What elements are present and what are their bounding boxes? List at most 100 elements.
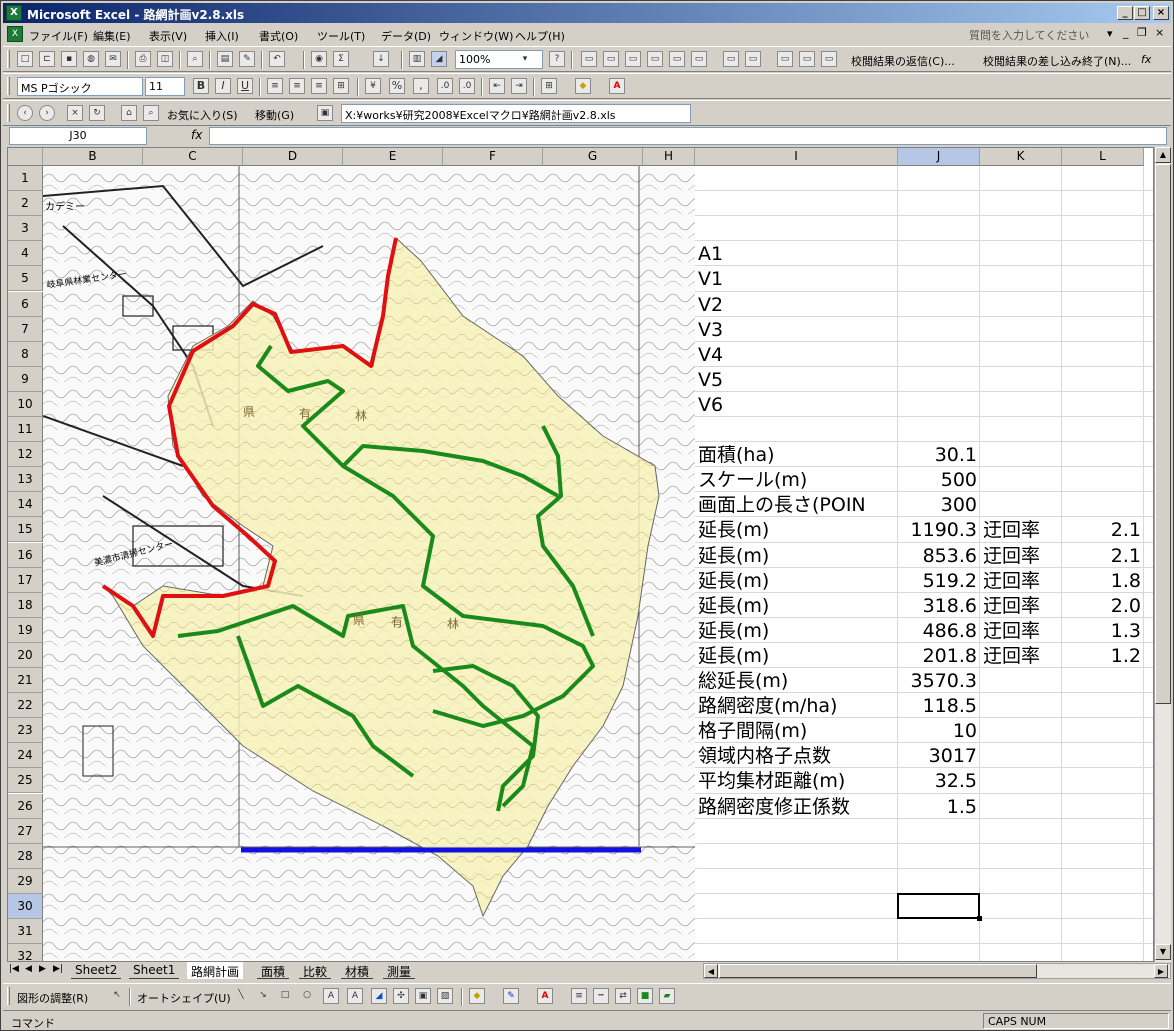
- row-header-5[interactable]: 5: [8, 266, 43, 292]
- cell-j15[interactable]: 1190.3: [901, 518, 977, 542]
- font-name-select[interactable]: MS Pゴシック: [17, 77, 143, 96]
- sheet-tab-3[interactable]: 面積: [257, 962, 290, 979]
- scroll-up-button[interactable]: ▲: [1155, 147, 1171, 163]
- row-header-12[interactable]: 12: [8, 442, 43, 468]
- cell-k17[interactable]: 迂回率: [983, 569, 1059, 593]
- column-header-e[interactable]: E: [343, 148, 443, 166]
- review-icon-6[interactable]: ▭: [691, 51, 707, 67]
- diagram-icon[interactable]: ✣: [393, 988, 409, 1004]
- cell-j20[interactable]: 201.8: [901, 644, 977, 668]
- open-folder-icon[interactable]: ⊏: [39, 51, 55, 67]
- row-header-16[interactable]: 16: [8, 542, 43, 568]
- review-icon-10[interactable]: ▭: [799, 51, 815, 67]
- sheet-tab-0[interactable]: Sheet2: [71, 962, 122, 979]
- cell-i26[interactable]: 路網密度修正係数: [698, 795, 897, 819]
- close-button[interactable]: ×: [1153, 6, 1169, 20]
- row-header-26[interactable]: 26: [8, 793, 43, 819]
- formula-input[interactable]: [209, 127, 1167, 145]
- textbox-icon[interactable]: A: [323, 988, 339, 1004]
- cell-l16[interactable]: 2.1: [1065, 544, 1141, 568]
- increase-decimal-icon[interactable]: .0: [437, 78, 453, 94]
- cell-i14[interactable]: 画面上の長さ(POIN: [698, 493, 897, 517]
- align-right-icon[interactable]: ≡: [311, 78, 327, 94]
- chevron-down-icon[interactable]: ▾: [1107, 27, 1113, 40]
- favorites-menu[interactable]: お気に入り(S): [167, 107, 238, 123]
- cell-j16[interactable]: 853.6: [901, 544, 977, 568]
- cell-j26[interactable]: 1.5: [901, 795, 977, 819]
- route-plan-map[interactable]: カデミー 岐阜県林業センター 県 有 林 県 有 林 美濃市清掃センター: [43, 166, 695, 961]
- row-header-31[interactable]: 31: [8, 919, 43, 945]
- review-icon-3[interactable]: ▭: [625, 51, 641, 67]
- scroll-thumb[interactable]: [1155, 164, 1171, 704]
- row-header-9[interactable]: 9: [8, 366, 43, 392]
- underline-button[interactable]: U: [237, 78, 253, 94]
- select-pointer-icon[interactable]: ↖: [109, 988, 125, 1004]
- column-header-h[interactable]: H: [643, 148, 695, 166]
- row-header-19[interactable]: 19: [8, 617, 43, 643]
- bold-button[interactable]: B: [193, 78, 209, 94]
- review-reply-button[interactable]: 校閲結果の返信(C)...: [851, 53, 955, 69]
- column-header-k[interactable]: K: [980, 148, 1062, 166]
- cell-i19[interactable]: 延長(m): [698, 619, 897, 643]
- column-header-f[interactable]: F: [443, 148, 543, 166]
- row-header-13[interactable]: 13: [8, 467, 43, 493]
- row-header-11[interactable]: 11: [8, 417, 43, 443]
- drawing-toggle-icon[interactable]: ◢: [431, 51, 447, 67]
- print-preview-icon[interactable]: ◫: [157, 51, 173, 67]
- toolbar-grip[interactable]: [7, 50, 10, 68]
- cell-i10[interactable]: V6: [698, 393, 897, 417]
- autosum-icon[interactable]: Σ: [333, 51, 349, 67]
- cell-i8[interactable]: V4: [698, 343, 897, 367]
- minimize-button[interactable]: _: [1117, 6, 1133, 20]
- cell-i13[interactable]: スケール(m): [698, 468, 897, 492]
- cell-j24[interactable]: 3017: [901, 744, 977, 768]
- email-icon[interactable]: ✉: [105, 51, 121, 67]
- print-icon[interactable]: ⎙: [135, 51, 151, 67]
- vertical-scrollbar[interactable]: ▲ ▼: [1154, 147, 1171, 962]
- chevron-down-icon[interactable]: ▾: [517, 52, 533, 68]
- address-combo[interactable]: X:¥works¥研究2008¥Excelマクロ¥路網計画v2.8.xls: [341, 104, 691, 123]
- italic-button[interactable]: I: [215, 78, 231, 94]
- draw-adjust-menu[interactable]: 図形の調整(R): [17, 990, 88, 1006]
- cell-i6[interactable]: V2: [698, 293, 897, 317]
- row-header-2[interactable]: 2: [8, 191, 43, 217]
- row-header-20[interactable]: 20: [8, 642, 43, 668]
- stop-icon[interactable]: ×: [67, 105, 83, 121]
- currency-icon[interactable]: ¥: [365, 78, 381, 94]
- review-icon-9[interactable]: ▭: [777, 51, 793, 67]
- menu-edit[interactable]: 編集(E): [93, 28, 131, 44]
- scroll-right-button[interactable]: ▶: [1154, 964, 1168, 978]
- rectangle-icon[interactable]: □: [277, 988, 293, 1004]
- cell-l17[interactable]: 1.8: [1065, 569, 1141, 593]
- cell-j19[interactable]: 486.8: [901, 619, 977, 643]
- line-icon[interactable]: ╲: [233, 988, 249, 1004]
- chart-wizard-icon[interactable]: ▥: [409, 51, 425, 67]
- doc-minimize-icon[interactable]: _: [1123, 26, 1129, 39]
- 3d-icon[interactable]: ▰: [659, 988, 675, 1004]
- arrow-icon[interactable]: ↘: [255, 988, 271, 1004]
- dash-style-icon[interactable]: ┅: [593, 988, 609, 1004]
- cell-i22[interactable]: 路網密度(m/ha): [698, 694, 897, 718]
- toolbar-grip[interactable]: [7, 987, 10, 1005]
- row-header-6[interactable]: 6: [8, 291, 43, 317]
- prev-sheet-icon[interactable]: ◀: [25, 964, 32, 974]
- row-header-1[interactable]: 1: [8, 166, 43, 192]
- selected-cell-j30[interactable]: [897, 892, 982, 922]
- wordart-icon[interactable]: ◢: [371, 988, 387, 1004]
- show-only-web-icon[interactable]: ▣: [317, 105, 333, 121]
- cell-j22[interactable]: 118.5: [901, 694, 977, 718]
- cell-j18[interactable]: 318.6: [901, 594, 977, 618]
- save-icon[interactable]: ▪: [61, 51, 77, 67]
- row-header-24[interactable]: 24: [8, 743, 43, 769]
- sheet-tab-2[interactable]: 路網計画: [187, 962, 244, 979]
- undo-icon[interactable]: ↶: [269, 51, 285, 67]
- picture-icon[interactable]: ▧: [437, 988, 453, 1004]
- line-color-icon[interactable]: ✎: [503, 988, 519, 1004]
- borders-icon[interactable]: ⊞: [541, 78, 557, 94]
- maximize-button[interactable]: □: [1134, 6, 1150, 20]
- menu-file[interactable]: ファイル(F): [29, 28, 88, 44]
- toolbar-grip[interactable]: [7, 77, 10, 95]
- next-sheet-icon[interactable]: ▶: [39, 964, 46, 974]
- refresh-icon[interactable]: ↻: [89, 105, 105, 121]
- vertical-textbox-icon[interactable]: A: [347, 988, 363, 1004]
